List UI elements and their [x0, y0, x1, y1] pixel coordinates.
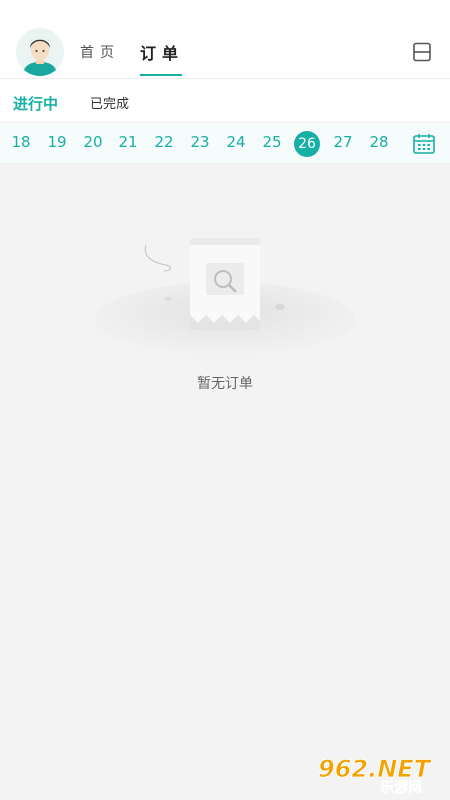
date-item[interactable]: 21: [113, 133, 143, 151]
top-bar: 首页 订单: [0, 0, 450, 78]
calendar-icon: [413, 134, 435, 154]
date-item[interactable]: 18: [6, 133, 36, 151]
date-item[interactable]: 27: [328, 133, 358, 151]
date-item[interactable]: 19: [42, 133, 72, 151]
date-item[interactable]: 25: [257, 133, 287, 151]
empty-receipt-illustration: [90, 235, 360, 358]
avatar-icon: [16, 28, 64, 76]
scan-icon: [413, 42, 431, 62]
calendar-button[interactable]: [412, 133, 436, 155]
date-selector: 18 19 20 21 22 23 24 25 26 27 28: [0, 122, 450, 164]
active-tab-indicator: [140, 74, 182, 76]
tab-completed[interactable]: 已完成: [90, 93, 129, 112]
date-item[interactable]: 24: [221, 133, 251, 151]
nav-orders-tab[interactable]: 订单: [140, 40, 184, 64]
watermark-logo: 962.NET 乐游网: [312, 752, 446, 797]
watermark-subtitle: 乐游网: [380, 779, 422, 794]
date-item[interactable]: 28: [364, 133, 394, 151]
order-status-tabs: 进行中 已完成: [0, 78, 450, 122]
date-item[interactable]: 23: [185, 133, 215, 151]
date-item-selected[interactable]: 26: [294, 131, 320, 157]
empty-state-text: 暂无订单: [197, 376, 253, 392]
date-item[interactable]: 20: [78, 133, 108, 151]
date-item[interactable]: 22: [149, 133, 179, 151]
watermark-brand: 962.NET: [318, 755, 432, 783]
tab-in-progress[interactable]: 进行中: [13, 93, 58, 114]
user-avatar[interactable]: [16, 28, 64, 76]
nav-home-tab[interactable]: 首页: [80, 42, 120, 62]
scan-button[interactable]: [408, 38, 436, 66]
